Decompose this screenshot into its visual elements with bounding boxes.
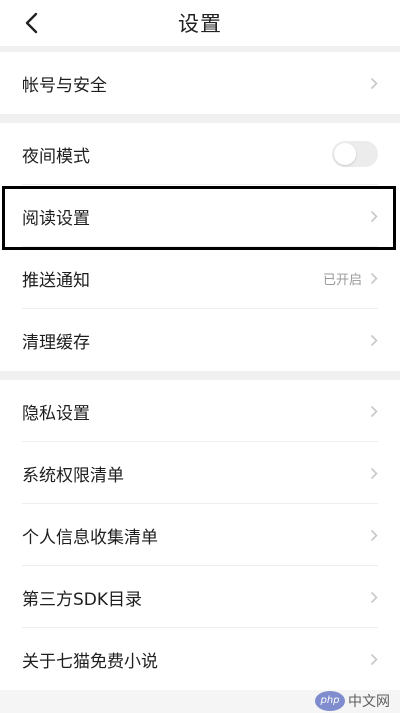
settings-item-personal-info[interactable]: 个人信息收集清单 (0, 504, 400, 566)
settings-item-label: 系统权限清单 (22, 465, 124, 486)
settings-item-about[interactable]: 关于七猫免费小说 (0, 628, 400, 690)
chevron-right-icon (366, 333, 378, 347)
settings-item-reading-settings[interactable]: 阅读设置 (0, 185, 400, 247)
settings-item-label: 阅读设置 (22, 208, 90, 229)
settings-item-label: 清理缓存 (22, 332, 90, 353)
chevron-right-icon (366, 528, 378, 542)
back-button[interactable] (18, 10, 44, 36)
settings-item-privacy[interactable]: 隐私设置 (0, 380, 400, 442)
watermark: php 中文网 (315, 691, 390, 711)
settings-section-privacy: 隐私设置 系统权限清单 个人信息收集清单 第三方SDK目录 关于七猫免费小说 (0, 380, 400, 690)
chevron-right-icon (366, 466, 378, 480)
settings-item-third-party-sdk[interactable]: 第三方SDK目录 (0, 566, 400, 628)
chevron-right-icon (366, 209, 378, 223)
settings-item-clear-cache[interactable]: 清理缓存 (0, 309, 400, 371)
settings-section-account: 帐号与安全 (0, 52, 400, 114)
night-mode-toggle[interactable] (332, 141, 378, 167)
watermark-text: 中文网 (348, 694, 390, 710)
section-gap (0, 371, 400, 380)
chevron-right-icon (366, 404, 378, 418)
push-status-value: 已开启 (322, 272, 362, 288)
settings-item-push-notifications[interactable]: 推送通知 已开启 (0, 247, 400, 309)
toggle-knob (334, 143, 356, 165)
settings-item-system-permissions[interactable]: 系统权限清单 (0, 442, 400, 504)
settings-item-night-mode: 夜间模式 (0, 123, 400, 185)
chevron-right-icon (366, 652, 378, 666)
settings-item-label: 第三方SDK目录 (22, 589, 143, 610)
settings-item-label: 隐私设置 (22, 403, 90, 424)
top-bar: 设置 (0, 0, 400, 46)
section-gap (0, 114, 400, 123)
chevron-right-icon (366, 271, 378, 285)
settings-item-label: 个人信息收集清单 (22, 527, 158, 548)
page-title: 设置 (178, 12, 222, 36)
settings-section-general: 夜间模式 阅读设置 推送通知 已开启 清理缓存 (0, 123, 400, 371)
back-arrow-icon (25, 12, 38, 34)
chevron-right-icon (366, 590, 378, 604)
php-logo-icon: php (315, 691, 345, 711)
settings-item-label: 帐号与安全 (22, 75, 107, 96)
settings-item-label: 推送通知 (22, 270, 90, 291)
settings-item-account-security[interactable]: 帐号与安全 (0, 52, 400, 114)
settings-item-label: 夜间模式 (22, 146, 90, 167)
settings-item-label: 关于七猫免费小说 (22, 651, 158, 672)
chevron-right-icon (366, 76, 378, 90)
